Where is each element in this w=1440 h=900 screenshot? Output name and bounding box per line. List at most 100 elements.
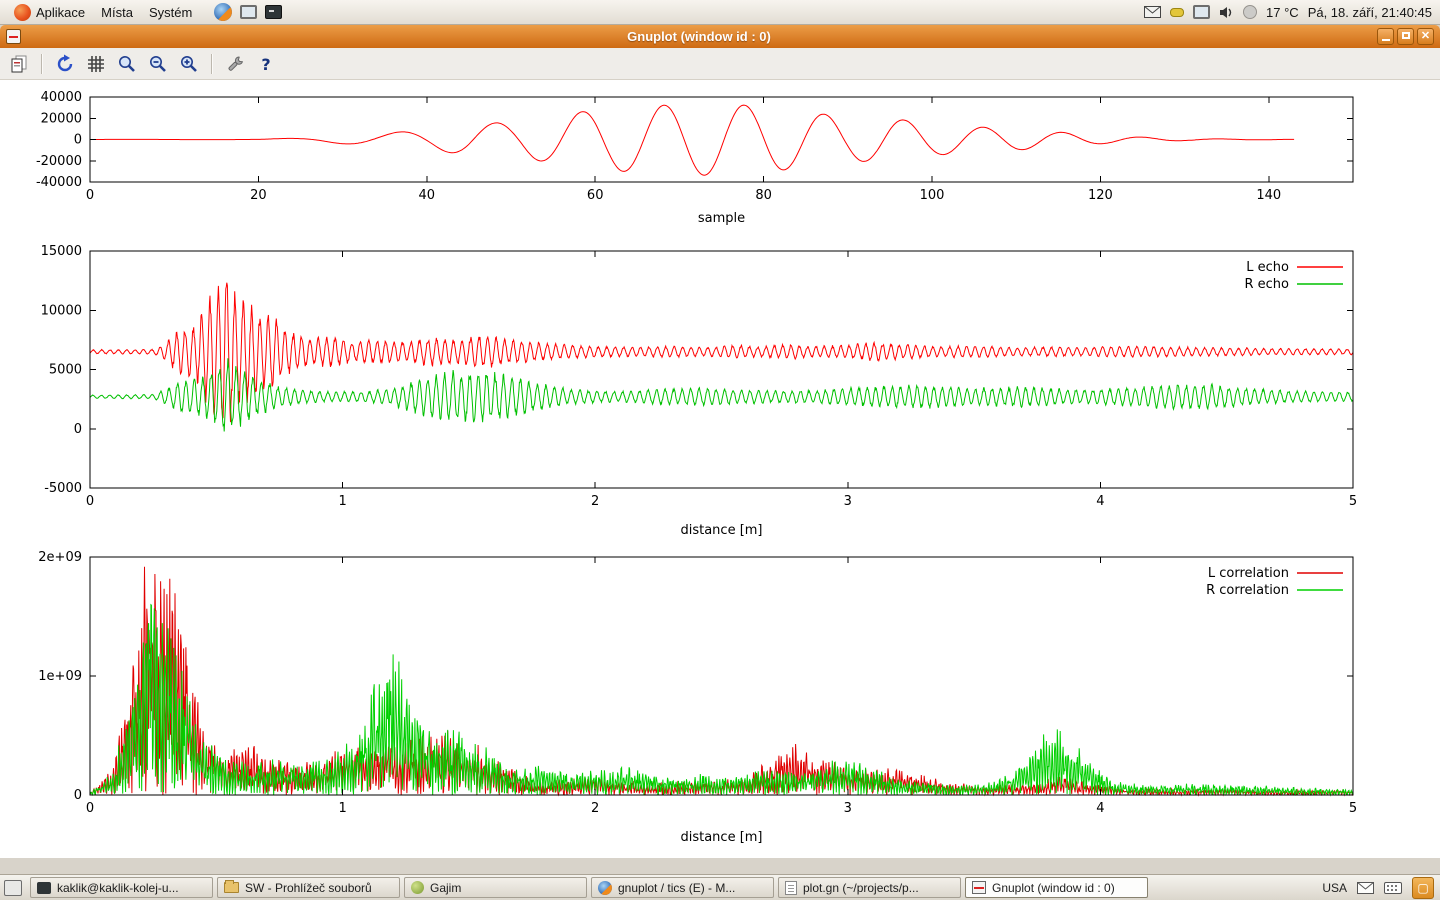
svg-text:80: 80 xyxy=(755,188,772,203)
weather-icon[interactable] xyxy=(1243,5,1257,19)
file-manager-icon xyxy=(224,882,239,893)
chart-echo-waveforms[interactable]: 012345-5000050001000015000distance [m]L … xyxy=(0,240,1440,544)
places-menu-label: Místa xyxy=(101,5,133,20)
replot-icon xyxy=(55,54,75,74)
copy-button[interactable] xyxy=(8,53,30,75)
svg-text:5: 5 xyxy=(1349,801,1357,816)
window-titlebar[interactable]: Gnuplot (window id : 0) ✕ xyxy=(0,25,1440,48)
gajim-icon xyxy=(411,881,424,894)
svg-text:4: 4 xyxy=(1096,494,1104,509)
applications-menu[interactable]: Aplikace xyxy=(6,2,93,23)
svg-text:2: 2 xyxy=(591,801,599,816)
task-button-file-manager[interactable]: SW - Prohlížeč souborů xyxy=(217,877,400,898)
mail-icon[interactable] xyxy=(1144,6,1161,18)
display-icon[interactable] xyxy=(1193,5,1210,19)
svg-text:0: 0 xyxy=(74,133,82,148)
zoom-out-button[interactable] xyxy=(147,53,169,75)
svg-text:distance [m]: distance [m] xyxy=(680,830,762,845)
task-button-terminal[interactable]: kaklik@kaklik-kolej-u... xyxy=(30,877,213,898)
svg-text:3: 3 xyxy=(844,801,852,816)
svg-text:4: 4 xyxy=(1096,801,1104,816)
grid-icon xyxy=(86,54,106,74)
terminal-icon xyxy=(37,882,51,894)
svg-text:20: 20 xyxy=(250,188,267,203)
svg-text:0: 0 xyxy=(74,788,82,803)
zoom-in-icon xyxy=(179,54,199,74)
replot-button[interactable] xyxy=(54,53,76,75)
taskbar: kaklik@kaklik-kolej-u... SW - Prohlížeč … xyxy=(0,874,1440,900)
zoom-out-icon xyxy=(148,54,168,74)
svg-text:40: 40 xyxy=(419,188,436,203)
svg-text:60: 60 xyxy=(587,188,604,203)
maximize-icon xyxy=(1402,32,1410,39)
gnuplot-icon xyxy=(972,881,986,894)
system-menu[interactable]: Systém xyxy=(141,3,200,22)
svg-text:5: 5 xyxy=(1349,494,1357,509)
monitor-launcher-icon[interactable] xyxy=(240,5,257,19)
settings-button[interactable] xyxy=(224,53,246,75)
firefox-launcher-icon[interactable] xyxy=(214,3,232,21)
minimize-button[interactable] xyxy=(1377,28,1394,45)
task-button-editor[interactable]: plot.gn (~/projects/p... xyxy=(778,877,961,898)
terminal-launcher-icon[interactable] xyxy=(265,5,282,19)
key-icon[interactable] xyxy=(1170,8,1184,17)
svg-text:15000: 15000 xyxy=(41,244,82,259)
svg-text:20000: 20000 xyxy=(41,111,82,126)
clock[interactable]: Pá, 18. září, 21:40:45 xyxy=(1308,5,1434,20)
svg-text:5000: 5000 xyxy=(49,363,82,378)
keyboard-layout-indicator[interactable]: USA xyxy=(1322,881,1347,895)
zoom-button[interactable] xyxy=(116,53,138,75)
task-label: plot.gn (~/projects/p... xyxy=(803,881,919,895)
task-label: Gnuplot (window id : 0) xyxy=(992,881,1115,895)
chart-chirp-signal[interactable]: 020406080100120140-40000-200000200004000… xyxy=(0,86,1440,236)
svg-text:L echo: L echo xyxy=(1246,260,1289,275)
task-label: kaklik@kaklik-kolej-u... xyxy=(57,881,179,895)
svg-text:L correlation: L correlation xyxy=(1208,566,1289,581)
panel-tray: 17 °C Pá, 18. září, 21:40:45 xyxy=(1144,5,1434,20)
ubuntu-logo-icon xyxy=(14,4,31,21)
places-menu[interactable]: Místa xyxy=(93,3,141,22)
grid-button[interactable] xyxy=(85,53,107,75)
svg-text:0: 0 xyxy=(86,188,94,203)
window-toolbar: ? xyxy=(0,48,1440,80)
zoom-icon xyxy=(117,54,137,74)
svg-text:100: 100 xyxy=(920,188,945,203)
minimize-icon xyxy=(1382,39,1390,41)
window-selector-icon[interactable] xyxy=(4,880,22,896)
maximize-button[interactable] xyxy=(1397,28,1414,45)
help-icon: ? xyxy=(256,54,276,74)
task-label: SW - Prohlížeč souborů xyxy=(245,881,372,895)
volume-icon[interactable] xyxy=(1219,6,1234,19)
svg-text:distance [m]: distance [m] xyxy=(680,523,762,538)
temperature-label: 17 °C xyxy=(1266,5,1299,20)
task-button-gnuplot[interactable]: Gnuplot (window id : 0) xyxy=(965,877,1148,898)
trash-applet-icon[interactable]: ▢ xyxy=(1412,877,1434,899)
svg-text:2e+09: 2e+09 xyxy=(38,550,82,565)
taskbar-tray: USA ▢ xyxy=(1322,877,1436,899)
task-button-gajim[interactable]: Gajim xyxy=(404,877,587,898)
svg-text:-40000: -40000 xyxy=(36,175,82,190)
toolbar-separator xyxy=(41,54,43,74)
desktop: Aplikace Místa Systém 17 °C Pá xyxy=(0,0,1440,900)
svg-text:0: 0 xyxy=(86,801,94,816)
mail-notify-icon[interactable] xyxy=(1357,882,1374,894)
task-button-browser[interactable]: gnuplot / tics (E) - M... xyxy=(591,877,774,898)
window-title: Gnuplot (window id : 0) xyxy=(21,29,1377,44)
svg-text:1: 1 xyxy=(338,801,346,816)
svg-text:1: 1 xyxy=(338,494,346,509)
help-button[interactable]: ? xyxy=(255,53,277,75)
copy-icon xyxy=(9,54,29,74)
svg-text:-5000: -5000 xyxy=(44,481,82,496)
close-button[interactable]: ✕ xyxy=(1417,28,1434,45)
chart-correlations[interactable]: 01234501e+092e+09distance [m]L correlati… xyxy=(0,546,1440,850)
svg-text:sample: sample xyxy=(698,211,745,226)
svg-text:10000: 10000 xyxy=(41,303,82,318)
svg-text:0: 0 xyxy=(86,494,94,509)
svg-text:120: 120 xyxy=(1088,188,1113,203)
keyboard-icon[interactable] xyxy=(1384,882,1402,894)
zoom-in-button[interactable] xyxy=(178,53,200,75)
svg-text:R echo: R echo xyxy=(1244,277,1289,292)
task-label: Gajim xyxy=(430,881,461,895)
gnuplot-window-icon xyxy=(6,29,21,44)
svg-text:3: 3 xyxy=(844,494,852,509)
